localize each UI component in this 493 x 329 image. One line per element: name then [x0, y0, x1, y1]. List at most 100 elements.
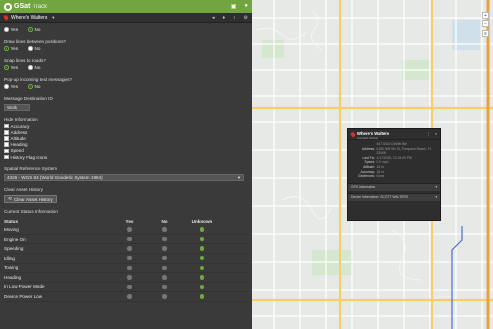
radio-label: Yes	[10, 46, 19, 51]
status-yes-dot[interactable]	[127, 236, 132, 242]
spatial-reference-select[interactable]: 4326 - WGS 84 (World Geodetic System 198…	[4, 174, 244, 182]
status-no-dot[interactable]	[162, 265, 167, 271]
popup-field-geofences: Geofences: None	[358, 174, 385, 179]
user-icon[interactable]: ●	[244, 3, 248, 10]
table-row: Device Power Low	[4, 292, 248, 302]
status-no-dot[interactable]	[162, 275, 167, 280]
app-logo[interactable]: GSat Track	[4, 2, 48, 11]
logo-mark-icon	[4, 2, 12, 11]
status-unknown-dot[interactable]	[199, 294, 205, 299]
back-icon[interactable]: ◂	[212, 15, 215, 21]
settings-panel: Where's Walters ▼ ◂ ♦ ↕ ⚙ Yes No Draw li…	[0, 13, 252, 329]
status-yes-dot[interactable]	[127, 227, 132, 232]
panel-header: Where's Walters ▼ ◂ ♦ ↕ ⚙	[0, 13, 252, 23]
popup-field-address: Address: 6150 NW 9th St, Pompano Beach, F…	[361, 146, 432, 156]
radio-draw-yes[interactable]: Yes	[4, 46, 18, 51]
radio-top-yes[interactable]: Yes	[4, 27, 18, 32]
device-information-label: Device Information: SCOTT WALTERS	[351, 195, 408, 200]
select-value: 4326 - WGS 84 (World Geodetic System 198…	[7, 175, 103, 181]
radio-button[interactable]	[28, 46, 33, 51]
status-name: Idling	[4, 255, 15, 261]
panel-title: Where's Walters	[11, 14, 48, 21]
snap-lines-radio-group: Yes No	[4, 64, 248, 71]
radio-button[interactable]	[28, 84, 33, 89]
checkbox[interactable]	[4, 148, 9, 154]
checkbox[interactable]	[4, 123, 9, 129]
status-no-dot[interactable]	[162, 255, 167, 261]
status-no-dot[interactable]	[162, 227, 167, 232]
status-no-dot[interactable]	[162, 246, 167, 251]
radio-label: No	[34, 46, 41, 51]
radio-popup-yes[interactable]: Yes	[4, 84, 18, 89]
chevron-down-icon[interactable]: ▼	[51, 15, 55, 20]
radio-label: No	[34, 27, 41, 32]
popup-header: Where's Walters Compact Vehicle ⋮ ×	[348, 129, 440, 140]
radio-snap-yes[interactable]: Yes	[4, 65, 18, 70]
checkbox[interactable]	[4, 154, 9, 160]
radio-button[interactable]	[4, 84, 9, 89]
status-yes-dot[interactable]	[127, 255, 132, 261]
status-unknown-dot[interactable]	[199, 255, 205, 261]
radio-snap-no[interactable]: No	[28, 65, 40, 70]
radio-label: Yes	[10, 65, 19, 70]
message-destination-input[interactable]: Walk	[4, 104, 30, 111]
status-no-dot[interactable]	[162, 284, 167, 290]
status-yes-dot[interactable]	[127, 265, 132, 271]
zoom-in-button[interactable]: +	[482, 12, 489, 19]
button-label: Clear Asset History	[13, 196, 53, 202]
status-yes-dot[interactable]	[127, 246, 132, 251]
status-yes-dot[interactable]	[127, 284, 132, 290]
radio-label: Yes	[10, 84, 19, 89]
layers-icon[interactable]: ≡	[482, 30, 489, 37]
logo-subtext: Track	[32, 3, 48, 10]
radio-label: Yes	[10, 27, 19, 32]
radio-button[interactable]	[28, 65, 33, 70]
radio-top-no[interactable]: No	[28, 27, 40, 32]
status-no-dot[interactable]	[162, 236, 167, 242]
popup-subtitle: Compact Vehicle	[357, 136, 378, 140]
zoom-out-button[interactable]: −	[482, 20, 489, 27]
status-no-dot[interactable]	[162, 294, 167, 299]
map-pin-icon	[349, 131, 357, 138]
checkbox-label: Speed	[10, 148, 24, 154]
pin-toggle-icon[interactable]: ♦	[222, 15, 225, 21]
status-yes-dot[interactable]	[127, 275, 132, 280]
checkbox[interactable]	[4, 130, 9, 135]
table-row: Towing	[4, 264, 248, 274]
status-unknown-dot[interactable]	[199, 236, 205, 242]
radio-popup-no[interactable]: No	[28, 84, 40, 89]
status-unknown-dot[interactable]	[199, 284, 205, 290]
checkbox-label: Altitude	[10, 135, 26, 141]
radio-draw-no[interactable]: No	[28, 46, 40, 51]
radio-button[interactable]	[28, 27, 33, 32]
status-yes-dot[interactable]	[127, 294, 132, 299]
status-name: Engine On	[4, 236, 26, 242]
checkbox-history-flag-icons[interactable]: History Flag Icons	[4, 154, 248, 160]
header-unknown: Unknown	[191, 219, 213, 225]
more-icon[interactable]: ⋮	[427, 131, 431, 136]
gps-information-toggle[interactable]: GPS Information ▾	[348, 182, 440, 191]
radio-button[interactable]	[4, 46, 9, 51]
checkbox[interactable]	[4, 136, 9, 141]
status-name: Device Power Low	[4, 294, 43, 300]
printer-icon[interactable]: ▣	[231, 3, 237, 10]
expand-icon[interactable]: ↕	[233, 15, 236, 21]
device-information-toggle[interactable]: Device Information: SCOTT WALTERS ▾	[348, 192, 440, 201]
status-unknown-dot[interactable]	[199, 265, 205, 271]
clear-asset-history-button[interactable]: ⟲ Clear Asset History	[4, 195, 57, 204]
radio-button[interactable]	[4, 65, 9, 70]
app-bar: GSat Track ▣ ●	[0, 0, 252, 13]
popup-body: 467-5302 DeWitt Ble Address: 6150 NW 9th …	[348, 140, 440, 181]
close-icon[interactable]: ×	[435, 131, 437, 136]
checkbox[interactable]	[4, 142, 9, 147]
settings-icon[interactable]: ⚙	[244, 15, 248, 21]
status-unknown-dot[interactable]	[199, 227, 205, 232]
radio-button[interactable]	[4, 27, 9, 32]
checkbox-label: Accuracy	[10, 123, 30, 129]
refresh-icon: ⟲	[8, 196, 12, 202]
table-row: In Low Power Mode	[4, 283, 248, 293]
status-unknown-dot[interactable]	[199, 275, 205, 280]
asset-info-popup: Where's Walters Compact Vehicle ⋮ × 467-…	[347, 128, 441, 221]
spatial-reference-label: Spatial Reference System	[4, 166, 58, 172]
status-unknown-dot[interactable]	[199, 246, 205, 251]
